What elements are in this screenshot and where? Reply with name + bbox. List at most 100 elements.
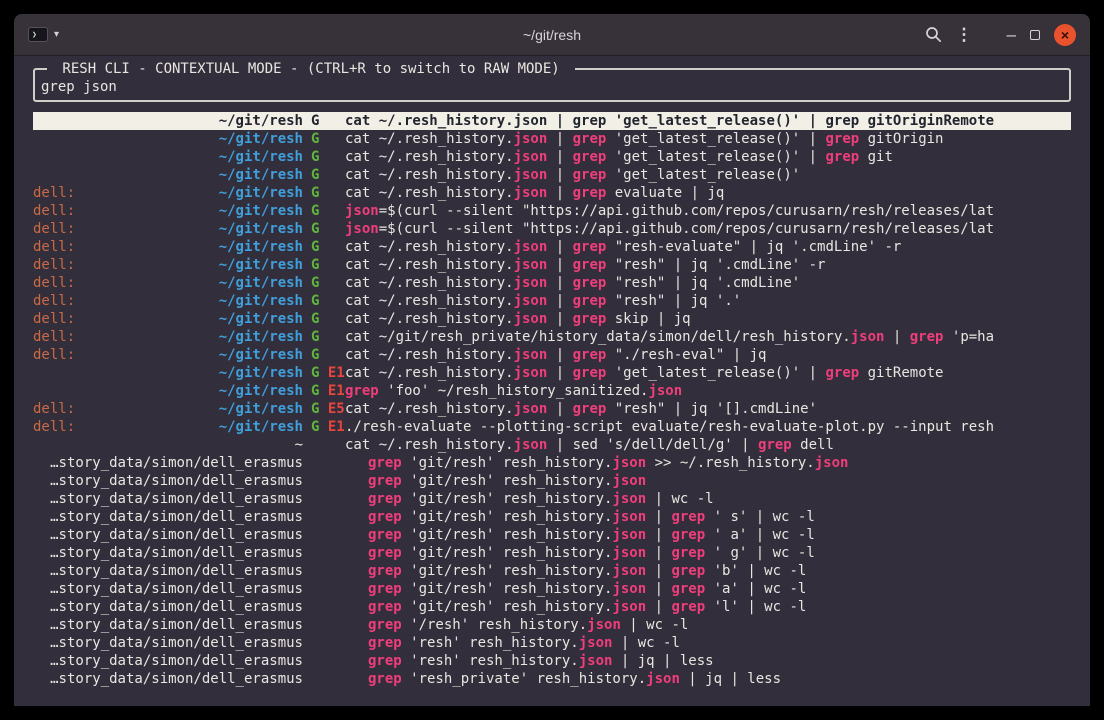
match-highlight: json (612, 491, 646, 507)
history-row[interactable]: dell:~/git/reshGcat ~/.resh_history.json… (33, 238, 1071, 256)
match-highlight: grep (825, 365, 859, 381)
history-row[interactable]: dell:~/git/reshGcat ~/.resh_history.json… (33, 310, 1071, 328)
row-command: cat ~/.resh_history.json | grep evaluate… (345, 184, 1071, 202)
row-command: cat ~/.resh_history.json | grep 'get_lat… (345, 130, 1071, 148)
history-row[interactable]: …story_data/simon/dell_erasmusgrep 'git/… (33, 508, 1071, 526)
row-flags: G E1 (303, 418, 345, 436)
history-row[interactable]: …story_data/simon/dell_erasmusgrep 'git/… (33, 598, 1071, 616)
history-row[interactable]: …story_data/simon/dell_erasmusgrep 'git/… (33, 454, 1071, 472)
row-path: ~/git/resh (219, 112, 303, 130)
row-command: grep 'resh_private' resh_history.json | … (345, 670, 1071, 688)
history-row[interactable]: dell:~/git/reshGcat ~/.resh_history.json… (33, 346, 1071, 364)
flag-badge: G (311, 149, 319, 165)
row-flags (303, 436, 345, 454)
row-location: …story_data/simon/dell_erasmus (33, 598, 303, 616)
history-row[interactable]: dell:~/git/reshGjson=$(curl --silent "ht… (33, 202, 1071, 220)
row-location: dell:~/git/resh (33, 346, 303, 364)
row-flags: G (303, 166, 345, 184)
match-highlight: grep (573, 257, 607, 273)
chevron-down-icon: ▾ (54, 29, 59, 40)
match-highlight: grep (368, 635, 402, 651)
row-command: grep 'git/resh' resh_history.json | grep… (345, 580, 1071, 598)
history-row[interactable]: …story_data/simon/dell_erasmusgrep 'git/… (33, 472, 1071, 490)
match-highlight: grep (573, 239, 607, 255)
row-host: dell: (33, 418, 75, 436)
match-highlight: json (514, 437, 548, 453)
row-path: …story_data/simon/dell_erasmus (50, 616, 303, 634)
row-path: ~/git/resh (219, 220, 303, 238)
row-command: grep 'git/resh' resh_history.json | wc -… (345, 490, 1071, 508)
history-row[interactable]: ~/git/reshGcat ~/.resh_history.json | gr… (33, 130, 1071, 148)
match-highlight: grep (573, 131, 607, 147)
history-row[interactable]: dell:~/git/reshGcat ~/git/resh_private/h… (33, 328, 1071, 346)
titlebar-left: ❯ ▾ (28, 27, 59, 42)
flag-badge: G (311, 383, 319, 399)
terminal-icon: ❯ (28, 27, 48, 42)
match-highlight: grep (825, 149, 859, 165)
history-row[interactable]: dell:~/git/reshGjson=$(curl --silent "ht… (33, 220, 1071, 238)
match-highlight: grep (368, 509, 402, 525)
row-location: ~/git/resh (33, 166, 303, 184)
history-row[interactable]: ~/git/reshG E1cat ~/.resh_history.json |… (33, 364, 1071, 382)
flag-badge: E1 (328, 419, 345, 435)
match-highlight: grep (368, 473, 402, 489)
match-highlight: grep (573, 275, 607, 291)
history-row[interactable]: …story_data/simon/dell_erasmusgrep 'git/… (33, 580, 1071, 598)
row-command: cat ~/.resh_history.json | grep "resh-ev… (345, 238, 1071, 256)
history-row[interactable]: …story_data/simon/dell_erasmusgrep 'git/… (33, 526, 1071, 544)
row-command: grep 'resh' resh_history.json | wc -l (345, 634, 1071, 652)
match-highlight: grep (573, 311, 607, 327)
row-path: …story_data/simon/dell_erasmus (50, 544, 303, 562)
minimize-icon: – (1007, 30, 1016, 40)
match-highlight: grep (345, 383, 379, 399)
history-row[interactable]: dell:~/git/reshG E1./resh-evaluate --plo… (33, 418, 1071, 436)
history-row[interactable]: ~/git/reshG E1grep 'foo' ~/resh_history_… (33, 382, 1071, 400)
row-host: dell: (33, 238, 75, 256)
history-row[interactable]: …story_data/simon/dell_erasmus grep 'git/… (33, 544, 1071, 562)
search-input[interactable]: grep json (41, 78, 1063, 96)
row-flags (303, 670, 345, 688)
history-row[interactable]: ~/git/reshGcat ~/.resh_history.json | gr… (33, 112, 1071, 130)
row-command: cat ~/git/resh_private/history_data/simo… (345, 328, 1071, 346)
history-row[interactable]: dell:~/git/reshGcat ~/.resh_history.json… (33, 256, 1071, 274)
menu-button[interactable]: ⋮ (956, 25, 973, 45)
row-location: …story_data/simon/dell_erasmus (33, 562, 303, 580)
row-command: grep 'git/resh' resh_history.json | grep… (345, 544, 1071, 562)
close-button[interactable]: × (1054, 24, 1076, 46)
row-host: dell: (33, 310, 75, 328)
history-row[interactable]: …story_data/simon/dell_erasmusgrep 'resh… (33, 634, 1071, 652)
history-row[interactable]: dell:~/git/reshGcat ~/.resh_history.json… (33, 292, 1071, 310)
match-highlight: grep (368, 455, 402, 471)
row-path: …story_data/simon/dell_erasmus (50, 490, 303, 508)
row-command: cat ~/.resh_history.json | grep 'get_lat… (345, 166, 1071, 184)
match-highlight: grep (368, 581, 402, 597)
row-command: cat ~/.resh_history.json | grep 'get_lat… (345, 112, 1071, 130)
row-path: …story_data/simon/dell_erasmus (50, 454, 303, 472)
history-row[interactable]: …story_data/simon/dell_erasmusgrep '/res… (33, 616, 1071, 634)
search-button[interactable] (925, 26, 942, 43)
minimize-button[interactable]: – (1007, 30, 1016, 40)
row-command: cat ~/.resh_history.json | grep "resh" |… (345, 400, 1071, 418)
history-row[interactable]: …story_data/simon/dell_erasmusgrep 'git/… (33, 562, 1071, 580)
restore-button[interactable] (1030, 30, 1040, 40)
new-terminal-button[interactable]: ❯ ▾ (28, 27, 59, 42)
row-flags (303, 652, 345, 670)
history-row[interactable]: ~/git/reshGcat ~/.resh_history.json | gr… (33, 148, 1071, 166)
flag-badge: E1 (328, 365, 345, 381)
history-row[interactable]: dell:~/git/reshG E5cat ~/.resh_history.j… (33, 400, 1071, 418)
row-command: cat ~/.resh_history.json | grep "resh" |… (345, 274, 1071, 292)
flag-badge: G (311, 329, 319, 345)
history-row[interactable]: …story_data/simon/dell_erasmusgrep 'resh… (33, 670, 1071, 688)
search-icon (925, 26, 942, 43)
history-row[interactable]: …story_data/simon/dell_erasmusgrep 'resh… (33, 652, 1071, 670)
match-highlight: json (612, 455, 646, 471)
history-row[interactable]: ~cat ~/.resh_history.json | sed 's/dell/… (33, 436, 1071, 454)
match-highlight: json (514, 275, 548, 291)
match-highlight: grep (671, 563, 705, 579)
history-row[interactable]: ~/git/reshGcat ~/.resh_history.json | gr… (33, 166, 1071, 184)
history-row[interactable]: dell:~/git/reshGcat ~/.resh_history.json… (33, 184, 1071, 202)
history-row[interactable]: …story_data/simon/dell_erasmus grep 'git/… (33, 490, 1071, 508)
row-path: ~/git/resh (219, 130, 303, 148)
history-row[interactable]: dell:~/git/reshGcat ~/.resh_history.json… (33, 274, 1071, 292)
row-host: dell: (33, 274, 75, 292)
